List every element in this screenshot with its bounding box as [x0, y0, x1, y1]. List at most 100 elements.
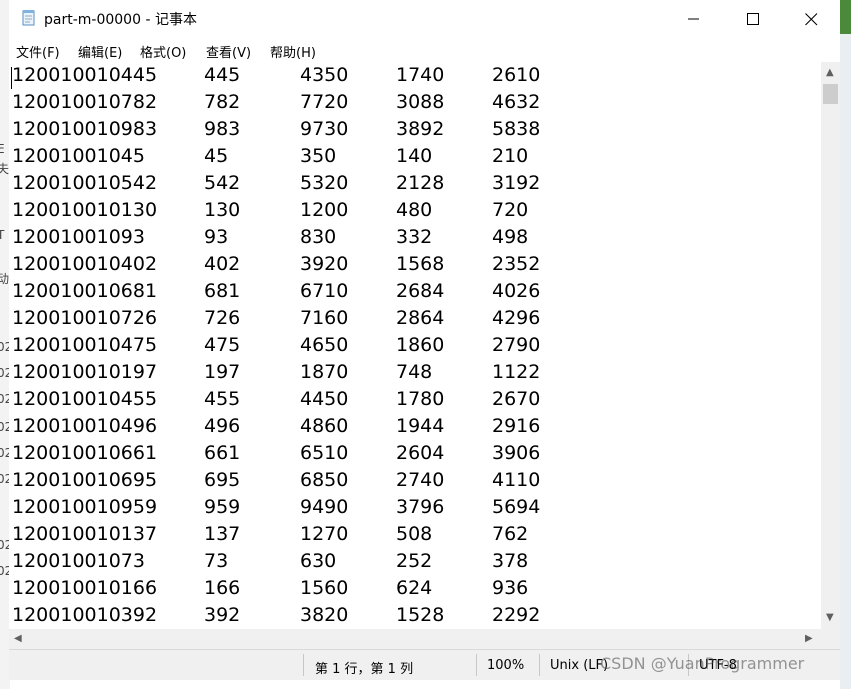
cell-col4: 332: [396, 226, 433, 248]
cell-col5: 762: [492, 523, 529, 545]
menu-bar: 文件(F) 编辑(E) 格式(O) 查看(V) 帮助(H): [9, 38, 840, 62]
menu-edit[interactable]: 编辑(E): [78, 42, 122, 61]
cell-col4: 252: [396, 550, 433, 572]
minimize-button[interactable]: [665, 0, 723, 38]
cell-col3: 7720: [300, 91, 349, 113]
close-button[interactable]: [782, 0, 840, 38]
cell-id: 120010010392: [12, 604, 158, 626]
cell-col4: 1944: [396, 415, 445, 437]
menu-help[interactable]: 帮助(H): [270, 42, 316, 61]
status-cursor-position: 第 1 行，第 1 列: [315, 662, 414, 677]
scroll-down-arrow-icon[interactable]: ▼: [826, 613, 834, 623]
cell-col4: 480: [396, 199, 433, 221]
cell-col4: 1780: [396, 388, 445, 410]
cell-col3: 4860: [300, 415, 349, 437]
cell-col2: 496: [204, 415, 241, 437]
watermark-text: CSDN @YuanProgrammer: [600, 654, 805, 673]
menu-view[interactable]: 查看(V): [206, 42, 251, 61]
cell-col5: 4026: [492, 280, 541, 302]
cell-col4: 508: [396, 523, 433, 545]
scroll-up-arrow-icon[interactable]: ▲: [826, 68, 834, 78]
desktop-background-right: [840, 0, 851, 689]
cell-id: 120010010166: [12, 577, 158, 599]
cell-col5: 210: [492, 145, 529, 167]
maximize-icon: [746, 12, 759, 25]
horizontal-scrollbar[interactable]: ◀ ▶: [9, 629, 821, 649]
cell-col2: 166: [204, 577, 241, 599]
notepad-window: part-m-00000 - 记事本 文件(F) 编辑(E) 格式(O) 查看(…: [9, 0, 840, 680]
cell-id: 120010010681: [12, 280, 158, 302]
cell-id: 12001001073: [12, 550, 145, 572]
cell-id: 120010010726: [12, 307, 158, 329]
scroll-right-arrow-icon[interactable]: ▶: [805, 634, 813, 644]
cell-col2: 661: [204, 442, 241, 464]
cell-col3: 6850: [300, 469, 349, 491]
cell-col3: 3920: [300, 253, 349, 275]
cell-col2: 392: [204, 604, 241, 626]
cell-id: 120010010983: [12, 118, 158, 140]
cell-col5: 1122: [492, 361, 541, 383]
text-editor-area[interactable]: 120010010445 445 4350 1740 2610 120010010782 7…: [9, 62, 821, 629]
title-bar[interactable]: part-m-00000 - 记事本: [9, 0, 840, 38]
cell-id: 120010010661: [12, 442, 158, 464]
cell-col5: 5694: [492, 496, 541, 518]
cell-col4: 748: [396, 361, 433, 383]
cell-col4: 3892: [396, 118, 445, 140]
cell-col2: 959: [204, 496, 241, 518]
vertical-scroll-thumb[interactable]: [823, 84, 838, 104]
cell-col2: 983: [204, 118, 241, 140]
cell-col2: 695: [204, 469, 241, 491]
cell-col3: 1270: [300, 523, 349, 545]
cell-col3: 4450: [300, 388, 349, 410]
cell-col3: 630: [300, 550, 337, 572]
cell-id: 120010010130: [12, 199, 158, 221]
menu-file[interactable]: 文件(F): [16, 42, 60, 61]
cell-col5: 4632: [492, 91, 541, 113]
cell-col4: 2128: [396, 172, 445, 194]
cell-col3: 5320: [300, 172, 349, 194]
cell-col3: 6710: [300, 280, 349, 302]
cell-col3: 4650: [300, 334, 349, 356]
cell-col5: 2610: [492, 64, 541, 86]
cell-col5: 720: [492, 199, 529, 221]
cell-col4: 140: [396, 145, 433, 167]
cell-col4: 3088: [396, 91, 445, 113]
status-separator: [539, 654, 540, 676]
menu-format[interactable]: 格式(O): [140, 42, 186, 61]
scroll-left-arrow-icon[interactable]: ◀: [14, 634, 22, 644]
cell-col2: 73: [204, 550, 229, 572]
cell-col5: 2670: [492, 388, 541, 410]
cell-col4: 2864: [396, 307, 445, 329]
desktop-background-green: [840, 0, 851, 34]
cell-col5: 2352: [492, 253, 541, 275]
cell-col4: 624: [396, 577, 433, 599]
cell-col3: 1200: [300, 199, 349, 221]
cell-col3: 4350: [300, 64, 349, 86]
cell-col2: 681: [204, 280, 241, 302]
cell-col3: 9490: [300, 496, 349, 518]
cell-id: 120010010455: [12, 388, 158, 410]
cell-col5: 4296: [492, 307, 541, 329]
cell-col4: 2684: [396, 280, 445, 302]
status-zoom: 100%: [487, 658, 525, 673]
cell-col2: 137: [204, 523, 241, 545]
cell-col2: 726: [204, 307, 241, 329]
cell-col3: 7160: [300, 307, 349, 329]
cell-col3: 6510: [300, 442, 349, 464]
cell-id: 12001001045: [12, 145, 145, 167]
cell-id: 120010010496: [12, 415, 158, 437]
cell-col5: 378: [492, 550, 529, 572]
cell-id: 120010010402: [12, 253, 158, 275]
cell-col2: 455: [204, 388, 241, 410]
cell-col5: 936: [492, 577, 529, 599]
cell-id: 120010010695: [12, 469, 158, 491]
status-separator: [303, 654, 304, 676]
cell-col5: 3192: [492, 172, 541, 194]
cell-col2: 130: [204, 199, 241, 221]
cell-col5: 4110: [492, 469, 541, 491]
cell-id: 120010010959: [12, 496, 158, 518]
cell-id: 12001001093: [12, 226, 145, 248]
maximize-button[interactable]: [724, 0, 782, 38]
cell-id: 120010010197: [12, 361, 158, 383]
vertical-scrollbar[interactable]: ▲ ▼: [821, 62, 840, 629]
